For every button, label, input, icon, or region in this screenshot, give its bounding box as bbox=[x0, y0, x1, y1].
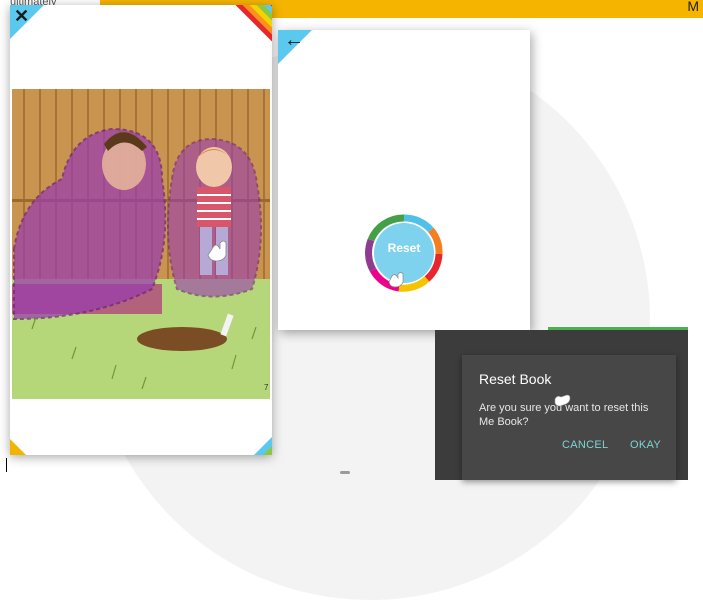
reset-label: Reset bbox=[387, 241, 421, 255]
corner-accent-bottom-right-inner bbox=[263, 446, 272, 455]
reset-panel: ← Reset bbox=[278, 29, 530, 330]
rainbow-corner bbox=[228, 5, 272, 49]
back-arrow-icon: ← bbox=[284, 29, 304, 51]
hand-pointer-icon bbox=[554, 394, 571, 407]
reset-button[interactable]: Reset bbox=[365, 214, 443, 292]
corner-accent-bottom-left bbox=[10, 439, 26, 455]
okay-button[interactable]: OKAY bbox=[630, 439, 661, 451]
story-illustration[interactable] bbox=[12, 89, 270, 399]
text-cursor bbox=[6, 458, 7, 472]
cancel-button[interactable]: CANCEL bbox=[562, 439, 608, 451]
banner-text: M bbox=[687, 0, 699, 14]
book-page-card: ✕ 7 bbox=[10, 5, 272, 455]
reset-book-dialog: Reset Book Are you sure you want to rese… bbox=[462, 355, 676, 480]
close-button[interactable]: ✕ bbox=[10, 5, 44, 39]
close-icon: ✕ bbox=[14, 6, 30, 26]
page-number: 7 bbox=[264, 383, 269, 392]
dialog-title: Reset Book bbox=[479, 371, 552, 387]
bottom-speck bbox=[340, 471, 350, 474]
dialog-message: Are you sure you want to reset this Me B… bbox=[479, 402, 649, 428]
illustration-svg bbox=[12, 89, 270, 399]
back-button[interactable]: ← bbox=[278, 29, 312, 64]
